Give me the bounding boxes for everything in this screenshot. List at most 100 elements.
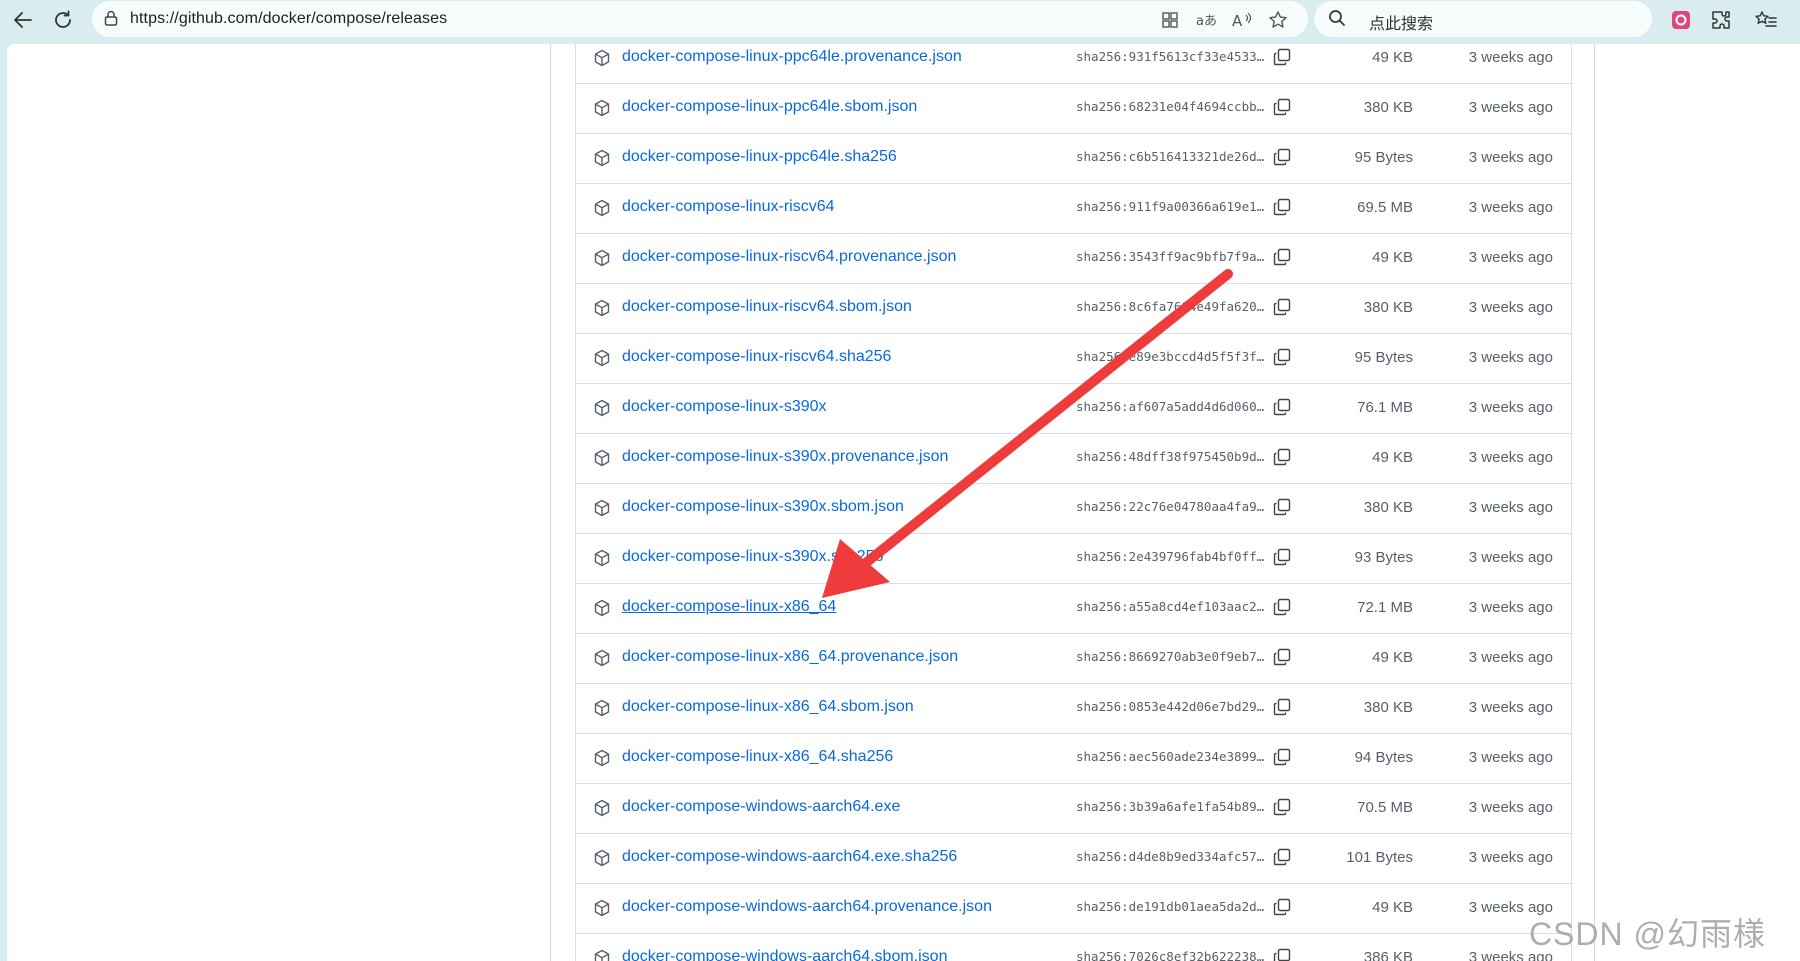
address-url[interactable]: https://github.com/docker/compose/releas… — [130, 10, 447, 28]
refresh-button[interactable] — [47, 4, 79, 36]
csdn-watermark: CSDN @幻雨様 — [1528, 916, 1766, 952]
asset-sha256: sha256:911f9a00366a619e1… — [1076, 199, 1265, 214]
copy-icon[interactable] — [1273, 348, 1291, 371]
asset-size: 93 Bytes — [1354, 549, 1413, 566]
copy-icon[interactable] — [1273, 598, 1291, 621]
asset-name-link[interactable]: docker-compose-windows-aarch64.sbom.json — [622, 948, 947, 961]
copy-icon[interactable] — [1273, 948, 1291, 961]
asset-name-link[interactable]: docker-compose-linux-riscv64.sbom.json — [622, 298, 912, 316]
copy-icon[interactable] — [1273, 398, 1291, 421]
asset-date: 3 weeks ago — [1468, 99, 1553, 116]
extension-app-icon[interactable] — [1667, 6, 1695, 34]
asset-row: docker-compose-linux-riscv64.sha256 sha2… — [575, 334, 1572, 384]
favorites-collections-icon[interactable] — [1752, 6, 1780, 34]
asset-name-link[interactable]: docker-compose-linux-ppc64le.sha256 — [622, 148, 897, 166]
asset-date: 3 weeks ago — [1468, 549, 1553, 566]
address-bar[interactable]: https://github.com/docker/compose/releas… — [92, 1, 1308, 37]
asset-date: 3 weeks ago — [1468, 499, 1553, 516]
asset-size: 72.1 MB — [1357, 599, 1413, 616]
read-aloud-icon[interactable]: A — [1229, 7, 1255, 33]
copy-icon[interactable] — [1273, 48, 1291, 71]
copy-icon[interactable] — [1273, 148, 1291, 171]
package-icon — [593, 249, 611, 272]
package-icon — [593, 149, 611, 172]
asset-row: docker-compose-linux-riscv64.sbom.json s… — [575, 284, 1572, 334]
asset-name-link[interactable]: docker-compose-linux-riscv64 — [622, 198, 835, 216]
asset-size: 101 Bytes — [1346, 849, 1413, 866]
asset-sha256: sha256:aec560ade234e3899… — [1076, 749, 1265, 764]
asset-row: docker-compose-windows-aarch64.exe sha25… — [575, 784, 1572, 834]
favorite-star-icon[interactable] — [1265, 7, 1291, 33]
package-icon — [593, 499, 611, 522]
asset-size: 49 KB — [1372, 899, 1413, 916]
copy-icon[interactable] — [1273, 898, 1291, 921]
asset-name-link[interactable]: docker-compose-linux-x86_64.sbom.json — [622, 698, 914, 716]
asset-size: 94 Bytes — [1354, 749, 1413, 766]
package-icon — [593, 549, 611, 572]
asset-row: docker-compose-linux-x86_64.sbom.json sh… — [575, 684, 1572, 734]
copy-icon[interactable] — [1273, 198, 1291, 221]
asset-row: docker-compose-linux-s390x.sha256 sha256… — [575, 534, 1572, 584]
copy-icon[interactable] — [1273, 298, 1291, 321]
asset-date: 3 weeks ago — [1468, 299, 1553, 316]
asset-name-link[interactable]: docker-compose-windows-aarch64.provenanc… — [622, 898, 992, 916]
package-icon — [593, 49, 611, 72]
asset-date: 3 weeks ago — [1468, 799, 1553, 816]
translate-icon[interactable]: aあ — [1193, 7, 1219, 33]
copy-icon[interactable] — [1273, 448, 1291, 471]
asset-row: docker-compose-linux-riscv64.provenance.… — [575, 234, 1572, 284]
asset-name-link[interactable]: docker-compose-linux-ppc64le.provenance.… — [622, 48, 962, 66]
asset-sha256: sha256:48dff38f975450b9d… — [1076, 449, 1265, 464]
asset-sha256: sha256:8669270ab3e0f9eb7… — [1076, 649, 1265, 664]
copy-icon[interactable] — [1273, 648, 1291, 671]
search-placeholder[interactable]: 点此搜索 — [1369, 10, 1433, 34]
copy-icon[interactable] — [1273, 698, 1291, 721]
browser-toolbar: https://github.com/docker/compose/releas… — [0, 0, 1800, 40]
copy-icon[interactable] — [1273, 748, 1291, 771]
package-icon — [593, 849, 611, 872]
asset-sha256: sha256:3b39a6afe1fa54b89… — [1076, 799, 1265, 814]
asset-name-link[interactable]: docker-compose-linux-s390x.sbom.json — [622, 498, 904, 516]
app-grid-icon[interactable] — [1157, 7, 1183, 33]
copy-icon[interactable] — [1273, 248, 1291, 271]
package-icon — [593, 349, 611, 372]
asset-name-link[interactable]: docker-compose-linux-riscv64.provenance.… — [622, 248, 956, 266]
asset-row: docker-compose-linux-ppc64le.sbom.json s… — [575, 84, 1572, 134]
asset-row: docker-compose-windows-aarch64.exe.sha25… — [575, 834, 1572, 884]
asset-size: 380 KB — [1363, 499, 1413, 516]
asset-size: 95 Bytes — [1354, 349, 1413, 366]
extensions-puzzle-icon[interactable] — [1707, 6, 1735, 34]
asset-name-link[interactable]: docker-compose-linux-s390x.provenance.js… — [622, 448, 948, 466]
svg-text:A: A — [1232, 12, 1243, 29]
asset-date: 3 weeks ago — [1468, 249, 1553, 266]
asset-name-link[interactable]: docker-compose-linux-s390x — [622, 398, 827, 416]
asset-name-link[interactable]: docker-compose-linux-riscv64.sha256 — [622, 348, 891, 366]
asset-size: 49 KB — [1372, 249, 1413, 266]
asset-sha256: sha256:a55a8cd4ef103aac2… — [1076, 599, 1265, 614]
asset-row: docker-compose-linux-x86_64 sha256:a55a8… — [575, 584, 1572, 634]
asset-name-link[interactable]: docker-compose-linux-x86_64.sha256 — [622, 748, 893, 766]
copy-icon[interactable] — [1273, 548, 1291, 571]
copy-icon[interactable] — [1273, 798, 1291, 821]
back-button[interactable] — [7, 4, 39, 36]
asset-sha256: sha256:22c76e04780aa4fa9… — [1076, 499, 1265, 514]
copy-icon[interactable] — [1273, 498, 1291, 521]
package-icon — [593, 749, 611, 772]
asset-name-link[interactable]: docker-compose-linux-ppc64le.sbom.json — [622, 98, 917, 116]
asset-size: 386 KB — [1363, 949, 1413, 961]
asset-sha256: sha256:af607a5add4d6d060… — [1076, 399, 1265, 414]
asset-name-link[interactable]: docker-compose-windows-aarch64.exe — [622, 798, 900, 816]
search-box[interactable]: 点此搜索 — [1314, 1, 1652, 37]
asset-size: 76.1 MB — [1357, 399, 1413, 416]
asset-row: docker-compose-linux-x86_64.provenance.j… — [575, 634, 1572, 684]
asset-sha256: sha256:7026c8ef32b622238… — [1076, 949, 1265, 961]
asset-row: docker-compose-linux-ppc64le.sha256 sha2… — [575, 134, 1572, 184]
asset-date: 3 weeks ago — [1468, 449, 1553, 466]
asset-size: 70.5 MB — [1357, 799, 1413, 816]
copy-icon[interactable] — [1273, 848, 1291, 871]
copy-icon[interactable] — [1273, 98, 1291, 121]
asset-name-link[interactable]: docker-compose-linux-s390x.sha256 — [622, 548, 883, 566]
asset-name-link[interactable]: docker-compose-linux-x86_64.provenance.j… — [622, 648, 958, 666]
asset-name-link[interactable]: docker-compose-windows-aarch64.exe.sha25… — [622, 848, 957, 866]
asset-name-link[interactable]: docker-compose-linux-x86_64 — [622, 598, 836, 616]
